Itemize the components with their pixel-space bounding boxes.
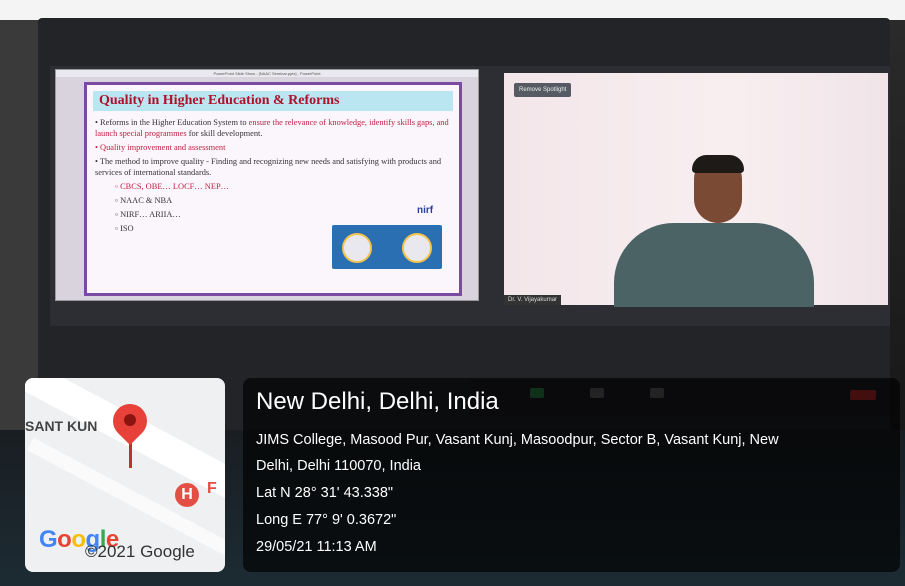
accreditation-logos xyxy=(332,225,442,269)
nirf-logo: nirf xyxy=(417,205,434,216)
sub-bullet-2: NAAC & NBA xyxy=(120,196,173,205)
timestamp: 29/05/21 11:13 AM xyxy=(256,539,377,555)
slide-bullet: • Reforms in the Higher Education System… xyxy=(95,118,449,138)
address-line-1: JIMS College, Masood Pur, Vasant Kunj, M… xyxy=(256,432,779,448)
location-title: New Delhi, Delhi, India xyxy=(256,388,499,415)
map-area-label: SANT KUN xyxy=(25,418,98,434)
presentation-slide: Quality in Higher Education & Reforms • … xyxy=(84,82,462,296)
speaker-body xyxy=(614,223,814,307)
bullet1-tail: for skill development. xyxy=(186,129,263,138)
sub-bullet-4: ISO xyxy=(120,224,134,233)
map-thumbnail: SANT KUN H F Google ©2021 Google xyxy=(25,378,225,572)
slide-title: Quality in Higher Education & Reforms xyxy=(93,91,453,111)
slide-window-title: PowerPoint Slide Show - [NAAC Seminar.pp… xyxy=(56,70,478,77)
naac-logo-icon xyxy=(342,233,372,263)
hospital-icon: H xyxy=(175,483,199,507)
slide-body: • Reforms in the Higher Education System… xyxy=(95,117,451,237)
bullet3: The method to improve quality - Finding … xyxy=(95,157,442,177)
speaker-hair xyxy=(692,155,744,173)
remove-spotlight-button[interactable]: Remove Spotlight xyxy=(514,83,572,97)
latitude: Lat N 28° 31' 43.338" xyxy=(256,485,394,501)
sub-bullet-1: CBCS, OBE… LOCF… NEP… xyxy=(120,182,229,191)
bullet1-plain: Reforms in the Higher Education System t… xyxy=(100,118,249,127)
bullet2: Quality improvement and assessment xyxy=(100,143,226,152)
slide-subbullet: ▫ CBCS, OBE… LOCF… NEP… xyxy=(115,182,229,191)
longitude: Long E 77° 9' 0.3672" xyxy=(256,512,397,528)
sub-bullet-3: NIRF… ARIIA… xyxy=(120,210,181,219)
slide-bullet: • The method to improve quality - Findin… xyxy=(95,157,442,177)
map-copyright: ©2021 Google xyxy=(85,542,195,561)
participant-name-tag: Dr. V. Vijayakumar xyxy=(504,295,562,305)
geotag-info-card: New Delhi, Delhi, India JIMS College, Ma… xyxy=(243,378,900,572)
wall xyxy=(0,0,905,20)
shared-slide-window: PowerPoint Slide Show - [NAAC Seminar.pp… xyxy=(55,69,479,301)
nba-logo-icon xyxy=(402,233,432,263)
map-poi-label: F xyxy=(207,480,217,497)
slide-subbullet: ▫ NIRF… ARIIA… xyxy=(115,210,181,219)
slide-bullet: • Quality improvement and assessment xyxy=(95,143,226,152)
slide-subbullet: ▫ NAAC & NBA xyxy=(115,196,173,205)
speaker-video-tile: Remove Spotlight Dr. V. Vijayakumar xyxy=(504,73,888,307)
address-line-2: Delhi, Delhi 110070, India xyxy=(256,458,421,474)
location-pin-dot xyxy=(124,414,136,426)
